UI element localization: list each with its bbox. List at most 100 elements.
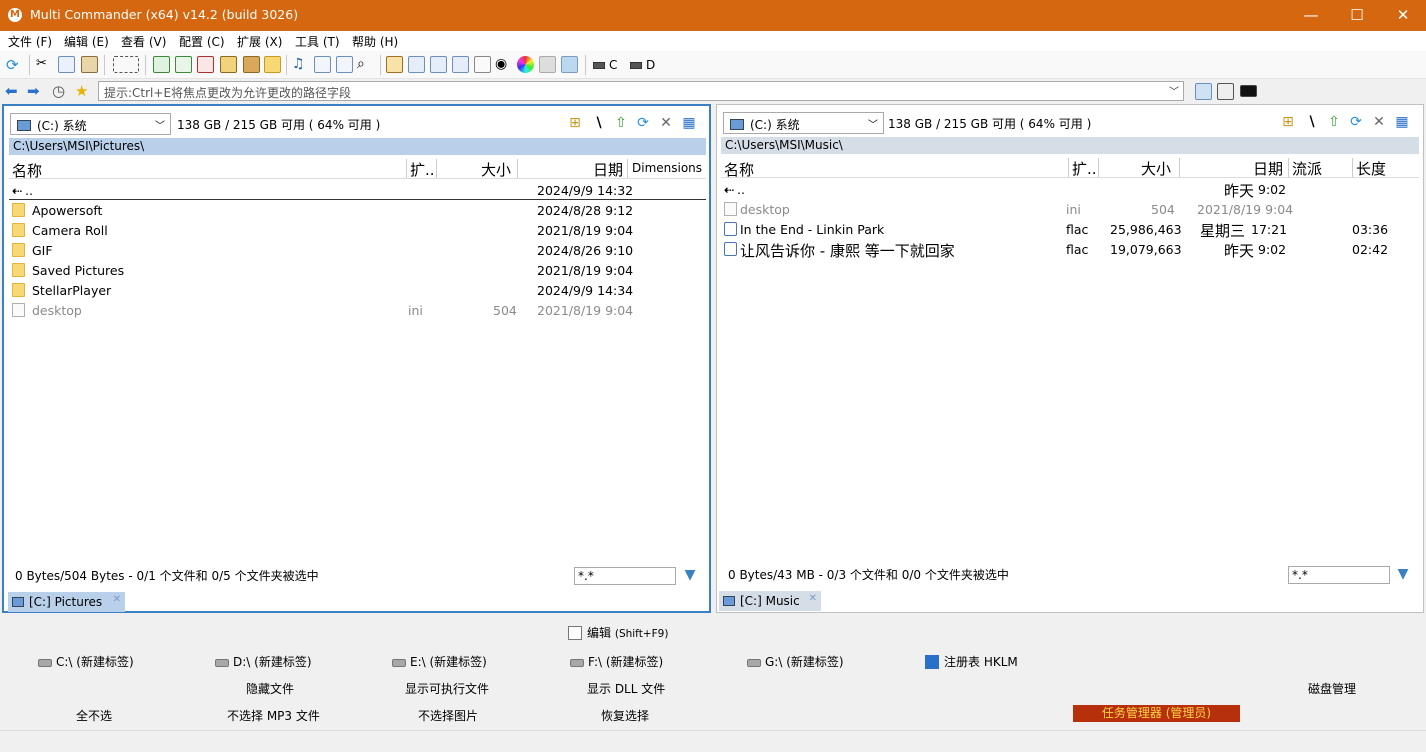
copy-icon[interactable] [58, 56, 75, 73]
column-date[interactable]: 日期 [593, 159, 623, 180]
restore-selection-button[interactable]: 恢复选择 [601, 707, 649, 724]
column-name[interactable]: 名称 ︿ [12, 159, 42, 180]
drive-d-button[interactable]: D [630, 58, 655, 72]
drive-g-new-tab-button[interactable]: G:\ (新建标签) [747, 653, 844, 670]
new-file-icon[interactable] [153, 56, 170, 73]
parent-folder-icon[interactable]: ⇧ [612, 114, 630, 132]
menu-view[interactable]: 查看 (V) [121, 33, 166, 50]
registry-hklm-button[interactable]: 注册表 HKLM [925, 653, 1018, 670]
column-dimensions[interactable]: Dimensions [632, 161, 702, 175]
maximize-button[interactable]: ☐ [1334, 0, 1380, 31]
paste-icon[interactable] [81, 56, 98, 73]
forward-arrow-icon[interactable]: ➡ [27, 83, 40, 99]
selection-mode-icon[interactable] [113, 56, 139, 73]
column-ext[interactable]: 扩.. [1072, 158, 1097, 179]
filter-input[interactable]: *.* [574, 567, 676, 585]
deselect-mp3-button[interactable]: 不选择 MP3 文件 [227, 707, 320, 724]
pin-icon[interactable]: ✕ [1370, 113, 1388, 131]
copy-file-icon[interactable] [175, 56, 192, 73]
hide-files-button[interactable]: 隐藏文件 [246, 680, 294, 697]
select-none-button[interactable]: 全不选 [76, 707, 112, 724]
list-item[interactable]: Camera Roll 2021/8/19 9:04 [9, 220, 706, 240]
compare-icon[interactable] [452, 56, 469, 73]
filter-input[interactable]: *.* [1288, 566, 1390, 584]
history-icon[interactable]: ◷ [52, 83, 65, 99]
drive-c-button[interactable]: C [593, 58, 617, 72]
drive-selector[interactable]: (C:) 系统 ﹀ [10, 113, 171, 135]
folder-tree-icon[interactable]: ⊞ [566, 114, 584, 132]
refresh-icon[interactable]: ⟳ [6, 56, 23, 74]
filter-funnel-icon[interactable]: ▼ [682, 567, 698, 583]
list-item[interactable]: 让风告诉你 - 康熙 等一下就回家 flac 19,079,663 昨天 9:0… [721, 239, 1419, 260]
close-button[interactable]: ✕ [1380, 0, 1426, 31]
column-ext[interactable]: 扩.. [410, 159, 435, 180]
folder-tree-icon[interactable]: ⊞ [1279, 113, 1297, 131]
list-item[interactable]: Apowersoft 2024/8/28 9:12 [9, 200, 706, 220]
menu-edit[interactable]: 编辑 (E) [64, 33, 109, 50]
close-tab-icon[interactable]: ✕ [113, 594, 121, 605]
search-icon[interactable]: ⌕ [357, 56, 374, 73]
current-path[interactable]: C:\Users\MSI\Pictures\ [9, 138, 706, 155]
list-item[interactable]: desktop ini 504 2021/8/19 9:04 [721, 199, 1419, 219]
drive-f-new-tab-button[interactable]: F:\ (新建标签) [570, 653, 663, 670]
drive-e-new-tab-button[interactable]: E:\ (新建标签) [392, 653, 487, 670]
cut-icon[interactable]: ✂ [36, 56, 53, 73]
column-size[interactable]: 大小 [1141, 158, 1171, 179]
package-icon[interactable] [243, 56, 260, 73]
view-mode-icon[interactable]: ▦ [1393, 113, 1411, 131]
list-item[interactable]: In the End - Linkin Park flac 25,986,463… [721, 219, 1419, 240]
list-item[interactable]: StellarPlayer 2024/9/9 14:34 [9, 280, 706, 300]
color-picker-icon[interactable] [517, 56, 534, 73]
back-arrow-icon[interactable]: ⬅ [5, 83, 18, 99]
drive-selector[interactable]: (C:) 系统 ﹀ [723, 112, 884, 134]
list-item[interactable]: Saved Pictures 2021/8/19 9:04 [9, 260, 706, 280]
parent-folder-icon[interactable]: ⇧ [1325, 113, 1343, 131]
filesize-icon[interactable] [386, 56, 403, 73]
task-manager-admin-button[interactable]: 任务管理器 (管理员) [1073, 705, 1240, 722]
column-name[interactable]: 名称 ︿ [724, 158, 754, 179]
console-icon[interactable] [1240, 85, 1257, 97]
minimize-button[interactable]: — [1288, 0, 1334, 31]
tab-pictures[interactable]: [C:] Pictures ✕ [8, 592, 125, 612]
deselect-images-button[interactable]: 不选择图片 [418, 707, 478, 724]
split-file-icon[interactable] [408, 56, 425, 73]
current-path[interactable]: C:\Users\MSI\Music\ [721, 137, 1419, 154]
menu-extensions[interactable]: 扩展 (X) [237, 33, 282, 50]
drive-d-new-tab-button[interactable]: D:\ (新建标签) [215, 653, 312, 670]
list-item[interactable]: desktop ini 504 2021/8/19 9:04 [9, 300, 706, 320]
delete-file-icon[interactable] [197, 56, 214, 73]
tab-music[interactable]: [C:] Music ✕ [719, 591, 821, 611]
menu-config[interactable]: 配置 (C) [179, 33, 225, 50]
pin-icon[interactable]: ✕ [657, 114, 675, 132]
favorites-star-icon[interactable]: ★ [75, 83, 88, 99]
refresh-icon[interactable]: ⟳ [1347, 113, 1365, 131]
view-icon[interactable]: ◉ [495, 56, 512, 73]
calculator-icon[interactable] [1217, 83, 1234, 100]
menu-tools[interactable]: 工具 (T) [295, 33, 340, 50]
chevron-down-icon[interactable]: ﹀ [1169, 83, 1179, 98]
screen-icon[interactable] [561, 56, 578, 73]
column-length[interactable]: 长度 [1356, 158, 1386, 179]
edit-button[interactable]: 编辑 (Shift+F9) [568, 624, 668, 641]
root-folder-icon[interactable]: \ [590, 114, 608, 132]
list-item-parent[interactable]: ⇠ .. 昨天 9:02 [721, 179, 1419, 200]
column-size[interactable]: 大小 [481, 159, 511, 180]
refresh-icon[interactable]: ⟳ [634, 114, 652, 132]
disk-management-button[interactable]: 磁盘管理 [1308, 680, 1356, 697]
root-folder-icon[interactable]: \ [1303, 113, 1321, 131]
notepad-icon[interactable] [474, 56, 491, 73]
close-tab-icon[interactable]: ✕ [809, 593, 817, 604]
column-date[interactable]: 日期 [1253, 158, 1283, 179]
show-exe-button[interactable]: 显示可执行文件 [405, 680, 489, 697]
view-mode-icon[interactable]: ▦ [680, 114, 698, 132]
list-item-parent[interactable]: ⇠ .. 2024/9/9 14:32 [9, 180, 706, 200]
music-tag-icon[interactable]: ♫ [292, 56, 309, 73]
filter-funnel-icon[interactable]: ▼ [1395, 566, 1411, 582]
edit-file-icon[interactable] [336, 56, 353, 73]
drive-c-new-tab-button[interactable]: C:\ (新建标签) [38, 653, 134, 670]
new-folder-icon[interactable] [264, 56, 281, 73]
archive-icon[interactable] [220, 56, 237, 73]
path-input[interactable]: 提示:Ctrl+E将焦点更改为允许更改的路径字段 ﹀ [98, 81, 1184, 101]
menu-file[interactable]: 文件 (F) [8, 33, 52, 50]
notepad-icon[interactable] [1195, 83, 1212, 100]
